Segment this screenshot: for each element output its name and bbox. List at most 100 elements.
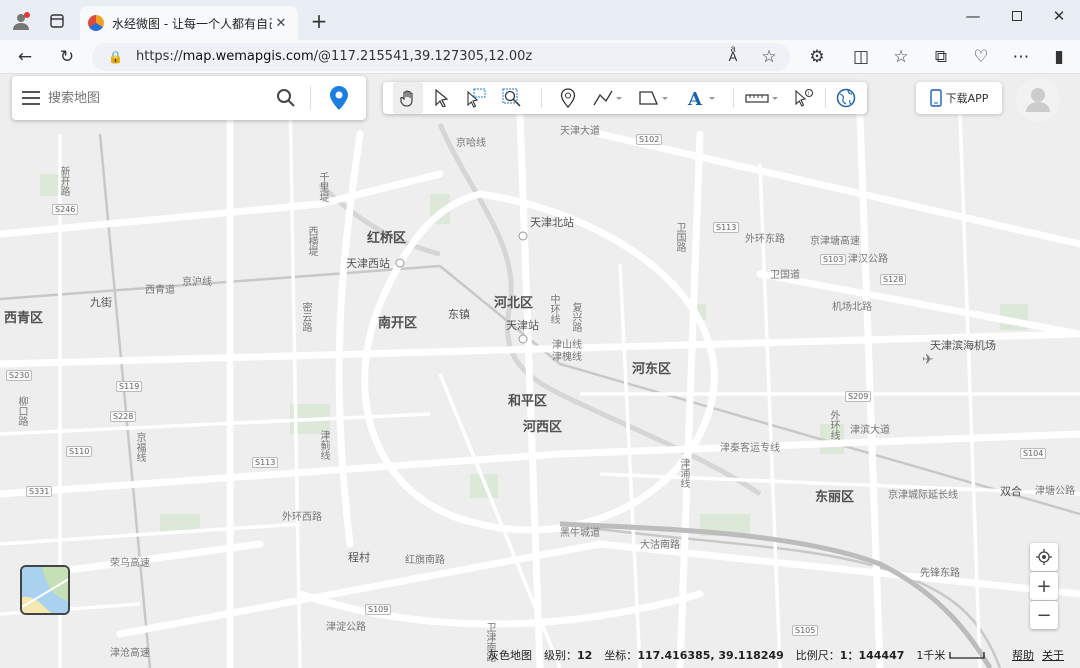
- road-shield: S228: [110, 411, 137, 422]
- scale-value: 1：144447: [839, 649, 905, 662]
- search-panel: [12, 76, 366, 120]
- marker-icon[interactable]: [555, 82, 581, 114]
- coordinates-label: 坐标：: [604, 649, 638, 662]
- split-screen-icon[interactable]: ◫: [846, 40, 876, 74]
- road-label: 密云路: [300, 302, 311, 332]
- sidebar-icon[interactable]: ▮: [1044, 40, 1074, 74]
- road-shield: S209: [845, 391, 872, 402]
- svg-text:A: A: [687, 89, 703, 107]
- user-avatar[interactable]: [1016, 78, 1060, 122]
- district-label: 河西区: [523, 420, 563, 435]
- collections-icon[interactable]: ⧉: [926, 40, 956, 74]
- footer-links: 帮助 关于: [1012, 644, 1064, 666]
- road-label: 津滨大道: [850, 425, 890, 436]
- back-icon[interactable]: ←: [10, 40, 40, 74]
- station-label: 天津滨海机场: [930, 339, 996, 352]
- road-label: 中环线: [548, 294, 559, 324]
- road-label: 卫国道: [770, 270, 800, 281]
- place-label: 双合: [1000, 485, 1022, 498]
- road-label: 京津塘高速: [810, 236, 860, 247]
- window-close-icon[interactable]: ✕: [1044, 6, 1074, 26]
- polygon-icon[interactable]: [635, 82, 671, 114]
- search-icon[interactable]: [276, 88, 296, 112]
- coordinates: 坐标：117.416385, 39.118249: [604, 647, 783, 663]
- read-aloud-icon[interactable]: Aͣ: [718, 40, 748, 74]
- box-select-icon[interactable]: [463, 82, 489, 114]
- tab-close-icon[interactable]: ✕: [272, 16, 290, 31]
- road-label: 复兴路: [570, 302, 581, 332]
- district-label: 西青区: [4, 311, 44, 326]
- minimize-icon[interactable]: —: [958, 6, 988, 26]
- zoom-level-label: 级别：: [544, 649, 577, 662]
- road-label: 津山线: [552, 340, 582, 351]
- layer-name[interactable]: 灰色地图: [488, 647, 532, 663]
- menu-icon[interactable]: [22, 90, 40, 109]
- tab-actions-icon[interactable]: [44, 8, 70, 34]
- road-label: 津沧高速: [110, 648, 150, 659]
- road-label: 大沽南路: [640, 540, 680, 551]
- zoom-out-button[interactable]: −: [1030, 601, 1058, 629]
- browser-tab[interactable]: 水经微图 - 让每一个人都有自己的 ✕: [80, 6, 298, 40]
- road-shield: S110: [66, 446, 93, 457]
- station-label: 天津北站: [530, 216, 574, 229]
- new-tab-icon[interactable]: +: [306, 8, 332, 34]
- help-link[interactable]: 帮助: [1012, 647, 1034, 663]
- svg-text:✈: ✈: [922, 352, 934, 368]
- refresh-icon[interactable]: ↻: [52, 40, 82, 74]
- zoom-level: 级别：12: [544, 647, 592, 663]
- site-favicon-icon: [88, 15, 104, 31]
- road-shield: S246: [52, 204, 79, 215]
- user-avatar-icon: [1026, 88, 1050, 112]
- about-link[interactable]: 关于: [1042, 647, 1064, 663]
- favorites-icon[interactable]: ☆: [886, 40, 916, 74]
- browser-titlebar: 水经微图 - 让每一个人都有自己的 ✕ + — ✕: [0, 0, 1080, 40]
- tab-title: 水经微图 - 让每一个人都有自己的: [112, 16, 272, 31]
- district-label: 南开区: [378, 316, 418, 331]
- pan-hand-icon[interactable]: [393, 82, 423, 114]
- more-menu-icon[interactable]: ⋯: [1006, 40, 1036, 74]
- road-label: 外环线: [828, 410, 839, 440]
- extensions-icon[interactable]: ⚙: [802, 40, 832, 74]
- polyline-icon[interactable]: [589, 82, 625, 114]
- zoom-box-icon[interactable]: [499, 82, 525, 114]
- road-label: 津塘公路: [1035, 486, 1075, 497]
- url-field[interactable]: 🔒 https://map.wemapgis.com/@117.215541,3…: [92, 43, 790, 71]
- district-label: 和平区: [508, 394, 548, 409]
- map-status-bar: 灰色地图 级别：12 坐标：117.416385, 39.118249 比例尺：…: [488, 644, 986, 666]
- road-label: 外环西路: [282, 512, 322, 523]
- favorite-star-icon[interactable]: ☆: [754, 40, 784, 74]
- map-canvas[interactable]: ✈ 红桥区 南开区 河北区 河东区 和平区 河西区 西青区 东丽区 天津北站 天…: [0, 74, 1080, 668]
- road-label: 西青道: [145, 285, 175, 296]
- road-shield: S331: [26, 486, 53, 497]
- coordinates-value: 117.416385, 39.118249: [637, 649, 784, 662]
- road-shield: S109: [365, 604, 392, 615]
- district-label: 东丽区: [815, 490, 855, 505]
- road-shield: S105: [792, 625, 819, 636]
- road-label: 津浦线: [678, 458, 689, 488]
- scale-bar: 1千米: [916, 647, 986, 663]
- measure-ruler-icon[interactable]: [743, 82, 781, 114]
- road-shield: S119: [116, 381, 143, 392]
- road-shield: S102: [636, 134, 663, 145]
- location-pin-icon[interactable]: [330, 86, 348, 114]
- scale-bar-label: 1千米: [916, 649, 946, 662]
- download-app-button[interactable]: 下载APP: [916, 82, 1002, 114]
- identify-pointer-icon[interactable]: i: [791, 82, 817, 114]
- place-label: 东镇: [448, 308, 470, 321]
- station-label: 天津站: [506, 319, 539, 332]
- basemap-switcher[interactable]: [20, 565, 70, 615]
- url-prefix: https://: [136, 49, 183, 64]
- map-toolbar: A i: [383, 82, 867, 114]
- road-label: 京福线: [134, 432, 145, 462]
- text-tool-icon[interactable]: A: [685, 82, 719, 114]
- select-pointer-icon[interactable]: [429, 82, 455, 114]
- search-input[interactable]: [48, 86, 268, 110]
- zoom-in-button[interactable]: +: [1030, 572, 1058, 600]
- globe-icon[interactable]: [833, 82, 859, 114]
- maximize-icon[interactable]: [1002, 6, 1032, 26]
- road-label: 机场北路: [832, 302, 872, 313]
- profile-icon[interactable]: [8, 8, 34, 34]
- road-label: 柳口路: [16, 396, 27, 426]
- health-icon[interactable]: ♡: [966, 40, 996, 74]
- locate-button[interactable]: [1030, 543, 1058, 571]
